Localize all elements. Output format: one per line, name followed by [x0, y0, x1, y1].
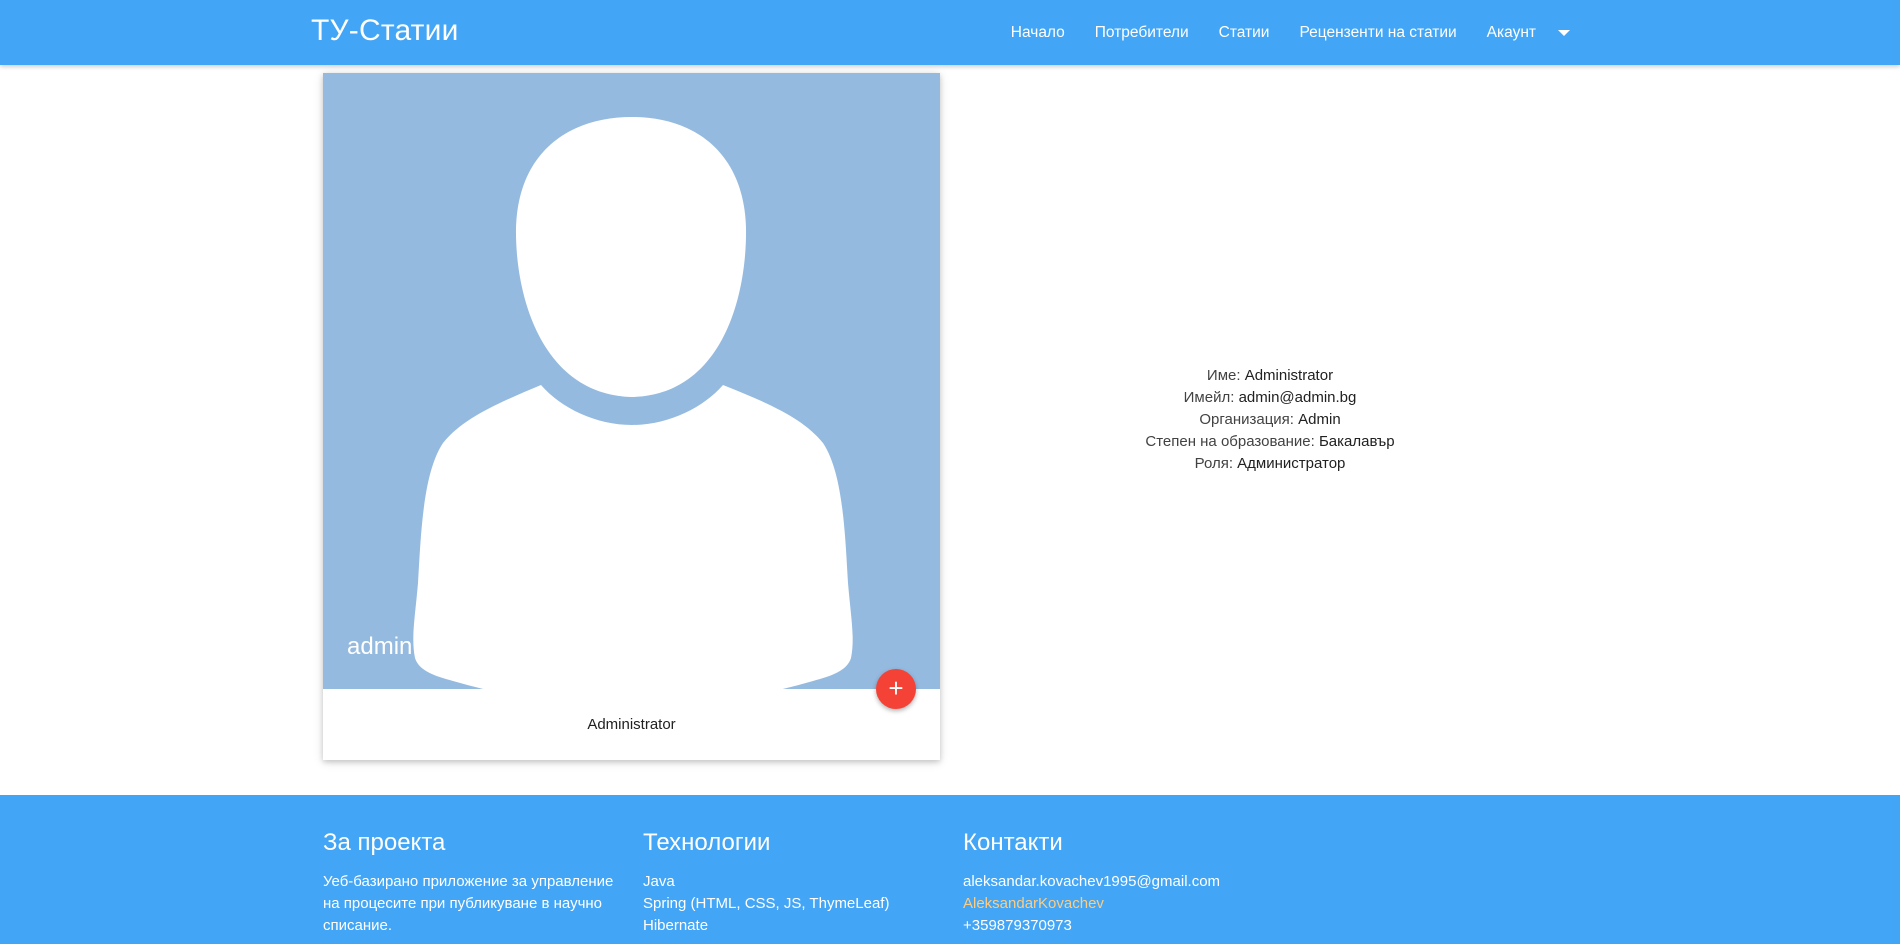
info-label: Организация:	[1199, 411, 1294, 428]
info-row-email: Имейл: admin@admin.bg	[1110, 387, 1430, 409]
page-footer: За проекта Уеб-базирано приложение за уп…	[0, 795, 1900, 944]
nav-link-reviewers[interactable]: Рецензенти на статии	[1299, 24, 1456, 42]
nav-link-users[interactable]: Потребители	[1095, 24, 1189, 42]
footer-tech-list: Java Spring (HTML, CSS, JS, ThymeLeaf) H…	[643, 871, 943, 937]
profile-image: admin	[323, 73, 940, 689]
info-value: Administrator	[1244, 367, 1334, 384]
footer-about: За проекта Уеб-базирано приложение за уп…	[323, 829, 623, 937]
info-value: Администратор	[1237, 455, 1346, 472]
info-value: Admin	[1298, 411, 1341, 428]
contact-github-link[interactable]: AleksandarKovachev	[963, 893, 1283, 915]
nav-link-account[interactable]: Акаунт	[1487, 24, 1536, 42]
nav-links: Начало Потребители Статии Рецензенти на …	[981, 0, 1570, 65]
info-row-education: Степен на образование: Бакалавър	[1110, 431, 1430, 453]
info-row-role: Роля: Администратор	[1110, 453, 1430, 475]
nav-link-articles[interactable]: Статии	[1219, 24, 1270, 42]
info-value: admin@admin.bg	[1238, 389, 1357, 406]
footer-contacts-title: Контакти	[963, 829, 1063, 856]
info-row-name: Име: Administrator	[1110, 365, 1430, 387]
footer-contacts: Контакти aleksandar.kovachev1995@gmail.c…	[963, 829, 1283, 937]
footer-technologies: Технологии Java Spring (HTML, CSS, JS, T…	[643, 829, 943, 937]
footer-about-text: Уеб-базирано приложение за управление на…	[323, 873, 614, 934]
profile-username: admin	[347, 633, 413, 660]
brand-logo-link[interactable]: ТУ-Статии	[311, 14, 459, 48]
footer-about-title: За проекта	[323, 829, 446, 856]
nav-link-home[interactable]: Начало	[1011, 24, 1065, 42]
caret-down-icon[interactable]	[1558, 29, 1570, 36]
user-silhouette-icon	[413, 117, 853, 689]
info-row-organization: Организация: Admin	[1110, 409, 1430, 431]
contact-phone: +359879370973	[963, 917, 1072, 934]
top-navbar: ТУ-Статии Начало Потребители Статии Реце…	[0, 0, 1900, 65]
user-info: Име: Administrator Имейл: admin@admin.bg…	[1110, 365, 1430, 475]
list-item: Hibernate	[643, 917, 709, 934]
info-label: Имейл:	[1183, 389, 1235, 406]
info-label: Роля:	[1194, 455, 1233, 472]
info-value: Бакалавър	[1318, 433, 1395, 450]
profile-caption: Administrator	[587, 716, 676, 733]
info-label: Име:	[1206, 367, 1241, 384]
profile-card: admin + Administrator	[323, 73, 940, 760]
list-item: Spring (HTML, CSS, JS, ThymeLeaf)	[643, 895, 890, 912]
contact-email: aleksandar.kovachev1995@gmail.com	[963, 873, 1221, 890]
footer-tech-title: Технологии	[643, 829, 771, 856]
footer-contacts-list: aleksandar.kovachev1995@gmail.com Aleksa…	[963, 871, 1283, 937]
info-label: Степен на образование:	[1145, 433, 1315, 450]
list-item: Java	[643, 873, 675, 890]
